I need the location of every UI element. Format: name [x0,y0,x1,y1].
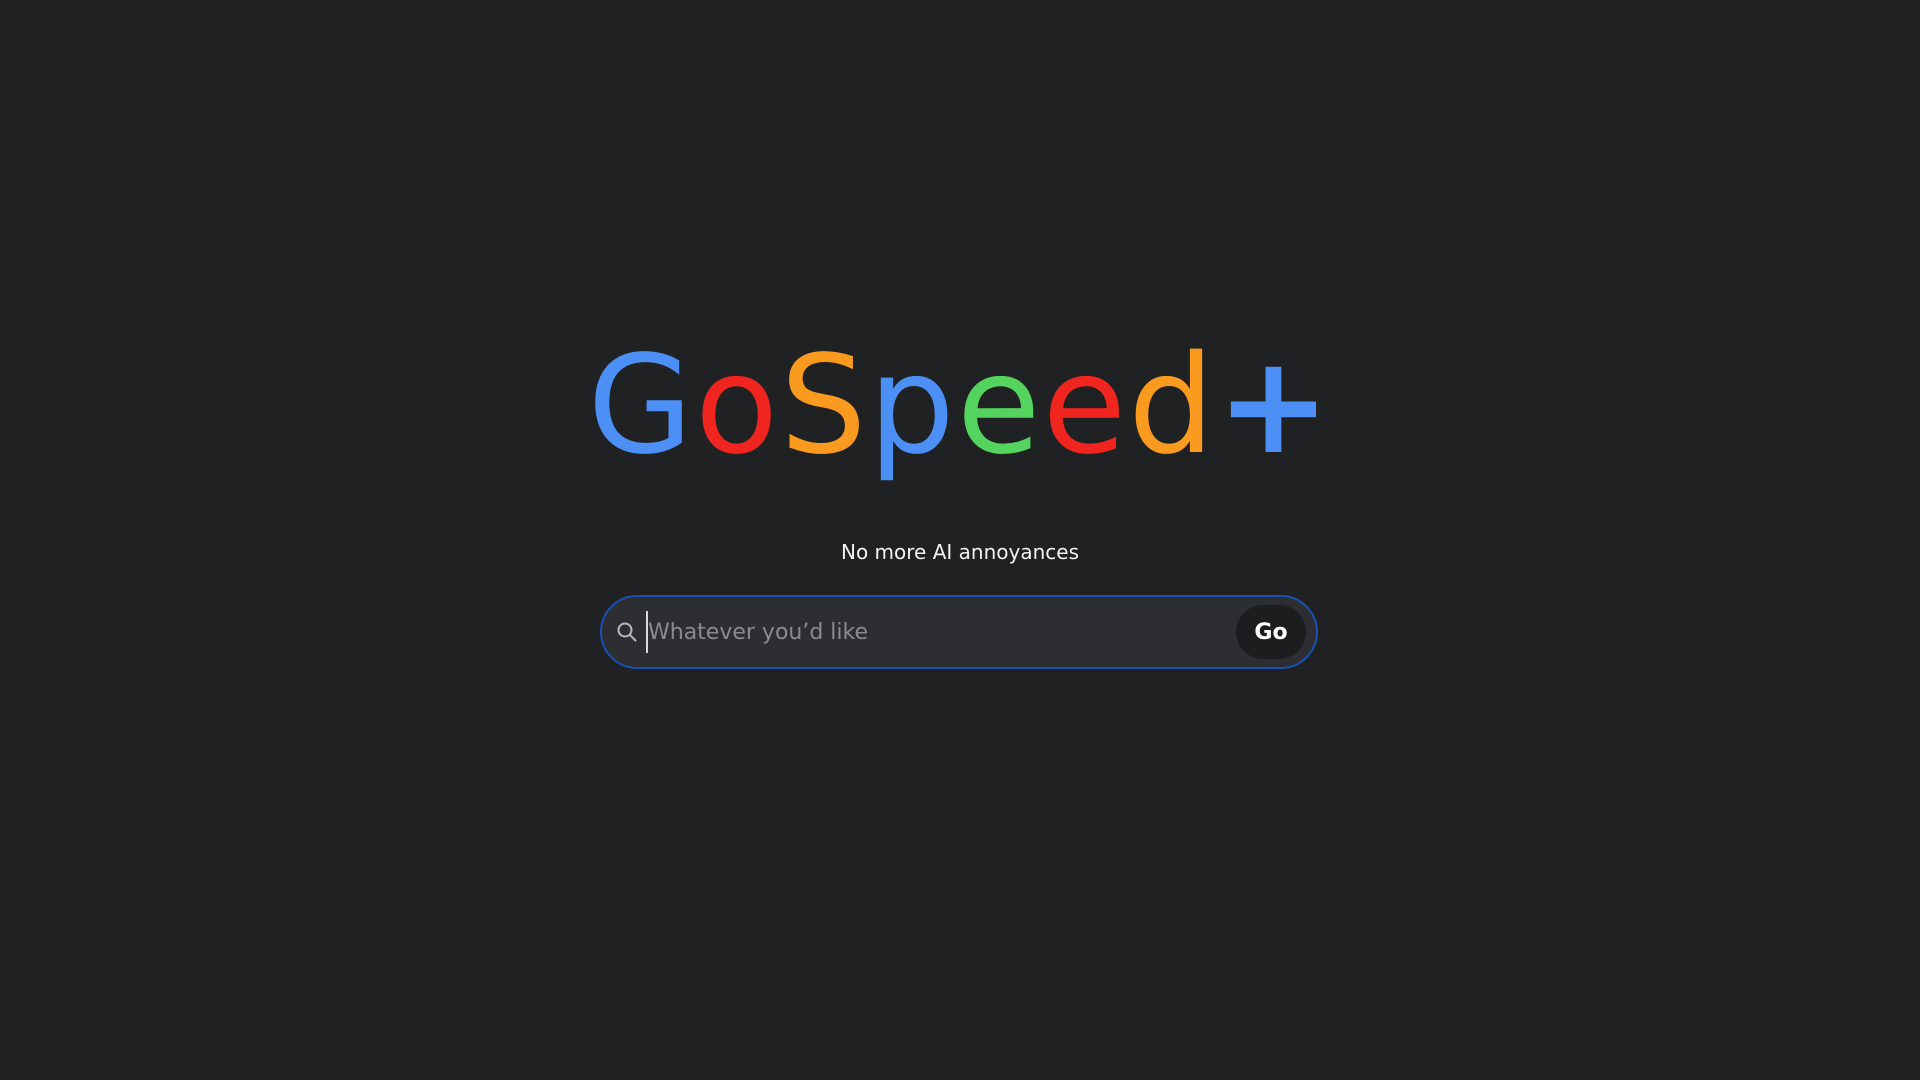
search-bar[interactable]: Go [600,595,1318,669]
logo-letter-p: p [868,327,957,485]
logo-letter-e1: e [956,327,1043,485]
page: GoSpeed+ No more AI annoyances Go [0,0,1920,1080]
logo-letter-o: o [694,327,781,485]
logo-plus: + [1216,327,1333,485]
logo-letter-e2: e [1042,327,1129,485]
search-input[interactable] [646,611,1236,653]
logo: GoSpeed+ [0,338,1920,474]
logo-letter-s: S [780,327,869,485]
search-icon [614,619,640,645]
go-button[interactable]: Go [1236,605,1306,659]
logo-letter-g: G [587,327,695,485]
logo-letter-d: d [1128,327,1217,485]
tagline: No more AI annoyances [841,540,1079,564]
